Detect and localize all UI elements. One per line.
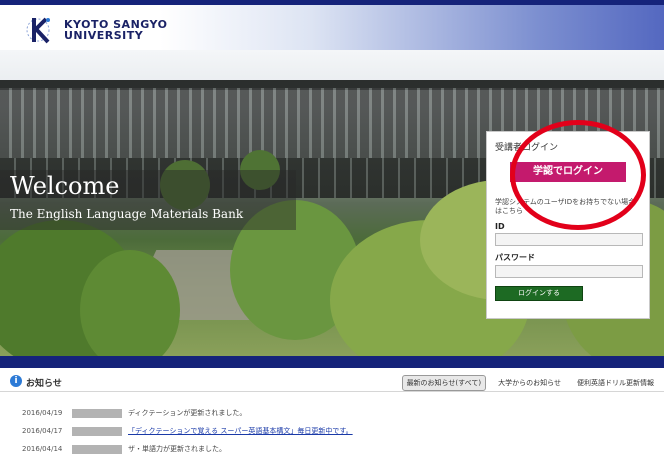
logo-mark-icon — [24, 14, 58, 46]
news-link[interactable]: 「ディクテーションで覚える スーパー英語基本構文」毎日更新中です。 — [128, 426, 353, 436]
news-text: ディクテーションが更新されました。 — [128, 409, 247, 417]
news-text: ザ・単語力が更新されました。 — [128, 445, 226, 453]
password-label: パスワード — [495, 253, 535, 262]
highlight-circle — [510, 120, 646, 230]
category-badge — [72, 444, 122, 454]
header-gradient — [160, 5, 664, 50]
welcome-heading: Welcome — [10, 172, 120, 200]
tab-drill-updates[interactable]: 便利英語ドリル更新情報 — [573, 376, 658, 390]
university-logo[interactable]: KYOTO SANGYO UNIVERSITY — [24, 14, 168, 46]
news-title: お知らせ — [26, 379, 62, 389]
section-divider-band — [0, 356, 664, 368]
news-list: 2016/04/19 ディクテーションが更新されました。 2016/04/17 … — [22, 404, 652, 456]
news-date: 2016/04/19 — [22, 409, 63, 417]
news-tabs: 最新のお知らせ(すべて) 大学からのお知らせ 便利英語ドリル更新情報 — [401, 375, 658, 391]
news-date: 2016/04/14 — [22, 445, 63, 453]
login-button[interactable]: ログインする — [495, 286, 583, 301]
id-input[interactable] — [495, 233, 643, 246]
news-date: 2016/04/17 — [22, 427, 63, 435]
category-badge — [72, 426, 122, 436]
logo-text: KYOTO SANGYO UNIVERSITY — [64, 19, 168, 41]
news-header: i お知らせ 最新のお知らせ(すべて) 大学からのお知らせ 便利英語ドリル更新情… — [0, 372, 664, 392]
list-item: 2016/04/14 ザ・単語力が更新されました。 — [22, 440, 652, 456]
list-item: 2016/04/19 ディクテーションが更新されました。 — [22, 404, 652, 422]
logo-line-2: UNIVERSITY — [64, 29, 144, 42]
tab-university-news[interactable]: 大学からのお知らせ — [494, 376, 565, 390]
list-item: 2016/04/17 「ディクテーションで覚える スーパー英語基本構文」毎日更新… — [22, 422, 652, 440]
site-header: KYOTO SANGYO UNIVERSITY — [0, 0, 664, 50]
password-input[interactable] — [495, 265, 643, 278]
category-badge — [72, 408, 122, 418]
site-subtitle: The English Language Materials Bank — [10, 207, 244, 221]
info-icon: i — [10, 375, 22, 387]
tab-all-news[interactable]: 最新のお知らせ(すべて) — [401, 375, 487, 391]
